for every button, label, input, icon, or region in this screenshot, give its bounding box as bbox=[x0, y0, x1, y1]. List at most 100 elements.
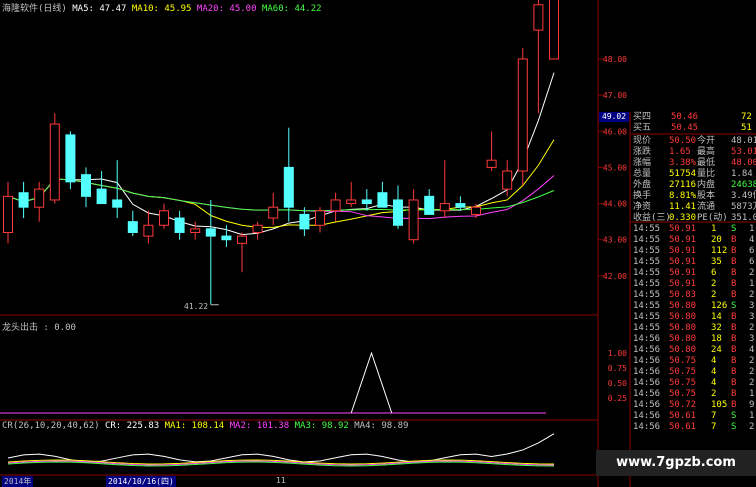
candle-body[interactable] bbox=[221, 235, 232, 241]
quote-label: 涨幅 bbox=[633, 158, 652, 168]
indicator2-header: CR(26,10,20,40,62) CR: 225.83 MA1: 108.1… bbox=[2, 421, 408, 431]
candle-body[interactable] bbox=[315, 210, 325, 226]
year-label: 2014年 bbox=[2, 476, 34, 487]
tick-direction: B bbox=[731, 367, 737, 377]
candle-body[interactable] bbox=[190, 228, 201, 233]
candle-body[interactable] bbox=[346, 199, 357, 205]
quote-row: 净资 11.41流通 5873万 bbox=[631, 202, 756, 213]
tick-direction: S bbox=[731, 422, 737, 432]
tick-direction: B bbox=[731, 235, 737, 245]
quote-label: 流通 bbox=[697, 202, 716, 212]
ask4-vol: 72 bbox=[741, 112, 752, 122]
quote-row: 外盘 27116 内盘 24638 bbox=[631, 180, 756, 191]
tick-price: 50.91 bbox=[669, 235, 697, 245]
tick-direction: B bbox=[731, 334, 737, 344]
stock-title: 海隆软件(日线) bbox=[2, 4, 67, 14]
selected-date-label: 2014/10/16(四) bbox=[106, 476, 176, 487]
tick-price: 50.80 bbox=[669, 334, 697, 344]
candle-body[interactable] bbox=[549, 0, 559, 60]
tick-price: 50.75 bbox=[669, 389, 697, 399]
tick-row: 14:55 50.80 32 B 2 bbox=[631, 323, 756, 334]
tick-row: 14:56 50.61 7 S 2 bbox=[631, 422, 756, 433]
quote-label: 量比 bbox=[697, 169, 716, 179]
tick-count: 9 bbox=[749, 400, 755, 410]
candle-body[interactable] bbox=[393, 199, 403, 226]
indicator1-axis-label: 1.00 bbox=[608, 349, 627, 358]
tick-volume: 4 bbox=[711, 356, 717, 366]
price-axis-label: 44.00 bbox=[603, 200, 627, 209]
candle-body[interactable] bbox=[174, 217, 185, 233]
candle-body[interactable] bbox=[159, 210, 169, 226]
candle-body[interactable] bbox=[486, 159, 497, 168]
tick-row: 14:56 50.80 24 B 4 bbox=[631, 345, 756, 356]
candle-body[interactable] bbox=[49, 123, 60, 201]
tick-row: 14:55 50.91 6 B 2 bbox=[631, 268, 756, 279]
ma5-value: MA5: 47.47 bbox=[72, 4, 127, 14]
tick-volume: 6 bbox=[711, 268, 717, 278]
quote-value: 11.41 bbox=[669, 202, 697, 212]
quote-row: 涨幅 3.38% 最低 48.00 bbox=[631, 158, 756, 169]
candle-body[interactable] bbox=[361, 199, 372, 205]
tick-direction: B bbox=[731, 323, 737, 333]
candle-body[interactable] bbox=[471, 206, 481, 215]
candle-body[interactable] bbox=[18, 192, 29, 208]
candle-body[interactable] bbox=[408, 199, 419, 241]
candle-body[interactable] bbox=[533, 4, 544, 31]
candle-body[interactable] bbox=[268, 206, 279, 219]
candle-body[interactable] bbox=[252, 224, 263, 233]
candle-body[interactable] bbox=[439, 203, 450, 212]
tick-count: 3 bbox=[749, 312, 755, 322]
candle-body[interactable] bbox=[377, 192, 388, 208]
quote-value: 50.50 bbox=[669, 136, 697, 146]
candle-body[interactable] bbox=[424, 195, 435, 215]
tick-time: 14:55 bbox=[633, 290, 661, 300]
candle-body[interactable] bbox=[455, 203, 466, 208]
tick-count: 6 bbox=[749, 257, 755, 267]
tick-volume: 35 bbox=[711, 257, 722, 267]
tick-price: 50.75 bbox=[669, 378, 697, 388]
tick-direction: S bbox=[731, 301, 737, 311]
candle-body[interactable] bbox=[502, 170, 513, 190]
tick-volume: 2 bbox=[711, 290, 717, 300]
tick-time: 14:55 bbox=[633, 268, 661, 278]
tick-time: 14:55 bbox=[633, 301, 661, 311]
tick-price: 50.91 bbox=[669, 257, 697, 267]
kline-chart-window[interactable]: 48.00 47.00 46.00 45.00 44.00 43.00 42.00 1.00 0… bbox=[0, 0, 756, 487]
tick-price: 50.80 bbox=[669, 345, 697, 355]
current-price-tag: 49.02 bbox=[599, 112, 629, 122]
candle-body[interactable] bbox=[34, 188, 45, 208]
tick-volume: 14 bbox=[711, 312, 722, 322]
tick-time: 14:55 bbox=[633, 279, 661, 289]
candle-body[interactable] bbox=[299, 213, 310, 230]
candle-body[interactable] bbox=[3, 195, 13, 233]
candle-body[interactable] bbox=[96, 188, 107, 205]
candle-body[interactable] bbox=[127, 221, 138, 233]
tick-direction: B bbox=[731, 268, 737, 278]
candle-body[interactable] bbox=[517, 58, 528, 172]
tick-volume: 4 bbox=[711, 367, 717, 377]
candle-body[interactable] bbox=[112, 199, 123, 208]
quote-label: 最高 bbox=[697, 147, 716, 157]
quote-label: 最低 bbox=[697, 158, 716, 168]
tick-price: 50.91 bbox=[669, 268, 697, 278]
candle-body[interactable] bbox=[205, 228, 216, 237]
indicator1-spike bbox=[350, 351, 393, 414]
indicator1-axis-label: 0.75 bbox=[608, 364, 627, 373]
candle-body[interactable] bbox=[65, 134, 76, 183]
tick-row: 14:55 50.91 1 S 1 bbox=[631, 224, 756, 235]
candle-body[interactable] bbox=[237, 235, 247, 244]
tick-row: 14:55 50.91 2 B 1 bbox=[631, 279, 756, 290]
candle-body[interactable] bbox=[143, 224, 154, 237]
tick-time: 14:55 bbox=[633, 312, 661, 322]
quote-label: 换手 bbox=[633, 191, 652, 201]
candle-body[interactable] bbox=[330, 199, 341, 212]
candle-body[interactable] bbox=[81, 174, 91, 197]
tick-volume: 4 bbox=[711, 378, 717, 388]
price-axis-label: 42.00 bbox=[603, 272, 627, 281]
quote-value: 351.0 bbox=[731, 213, 756, 223]
tick-time: 14:56 bbox=[633, 389, 661, 399]
price-axis-label: 45.00 bbox=[603, 163, 627, 172]
candle-body[interactable] bbox=[283, 166, 294, 208]
quote-label: 收益(三) bbox=[633, 213, 671, 223]
tick-price: 50.91 bbox=[669, 279, 697, 289]
